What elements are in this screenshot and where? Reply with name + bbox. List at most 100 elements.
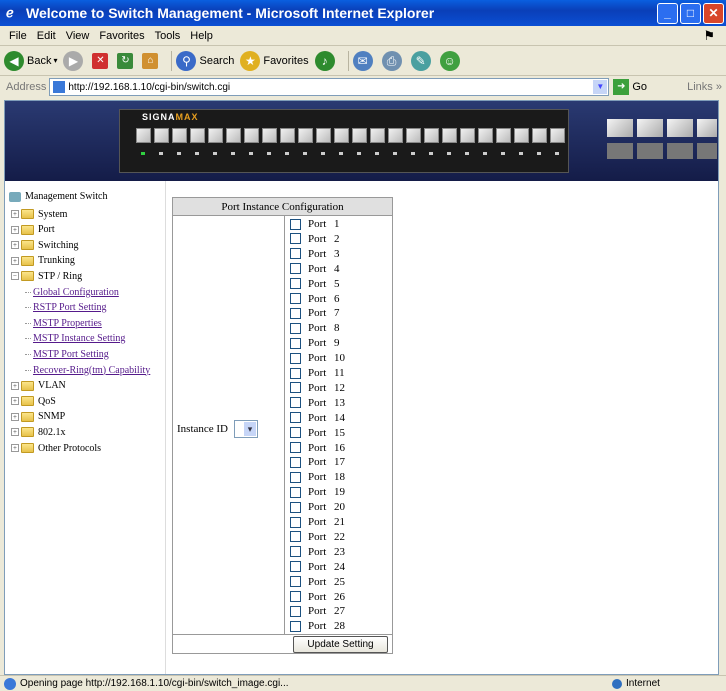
port-checkbox[interactable] (290, 591, 301, 602)
home-button[interactable]: ⌂ (142, 52, 161, 69)
back-button[interactable]: ◀ Back ▾ (4, 50, 57, 71)
menu-file[interactable]: File (9, 30, 27, 42)
port-checkbox[interactable] (290, 278, 301, 290)
rj45-port[interactable] (316, 128, 331, 143)
rj45-port[interactable] (352, 128, 367, 143)
port-checkbox[interactable] (290, 337, 301, 349)
menu-edit[interactable]: Edit (37, 30, 56, 42)
tree-link[interactable]: MSTP Properties (25, 316, 102, 330)
tree-link[interactable]: Recover-Ring(tm) Capability (25, 363, 150, 377)
instance-id-select[interactable] (234, 420, 259, 438)
port-checkbox[interactable] (290, 442, 301, 453)
tree-folder[interactable]: + Other Protocols (11, 441, 101, 455)
port-checkbox[interactable] (290, 397, 301, 409)
expand-icon[interactable]: + (11, 444, 19, 452)
port-checkbox[interactable] (290, 501, 301, 513)
port-checkbox[interactable] (290, 620, 301, 632)
tree-folder[interactable]: + System (11, 207, 67, 221)
port-checkbox[interactable] (290, 471, 301, 483)
tree-link[interactable]: MSTP Instance Setting (25, 332, 125, 346)
port-checkbox[interactable] (290, 456, 301, 468)
go-button[interactable]: ➜ Go (613, 79, 647, 95)
menu-tools[interactable]: Tools (155, 30, 181, 42)
favorites-button[interactable]: ★ Favorites (240, 50, 309, 71)
rj45-port[interactable] (550, 128, 565, 143)
uplink-port[interactable] (637, 119, 663, 137)
rj45-port[interactable] (424, 128, 439, 143)
port-checkbox[interactable] (290, 293, 301, 304)
port-checkbox[interactable] (290, 248, 301, 260)
expand-icon[interactable]: + (11, 256, 19, 265)
menu-help[interactable]: Help (190, 30, 213, 42)
port-checkbox[interactable] (290, 546, 301, 558)
expand-icon[interactable]: + (11, 210, 19, 218)
tree-root[interactable]: Management Switch (9, 191, 107, 202)
uplink-port[interactable] (607, 119, 633, 137)
tree-folder[interactable]: − STP / Ring (11, 269, 82, 283)
forward-button[interactable]: ▶ (63, 50, 86, 71)
rj45-port[interactable] (514, 128, 529, 143)
rj45-port[interactable] (334, 128, 349, 143)
rj45-port[interactable] (244, 128, 259, 143)
tree-folder[interactable]: +802.1x (11, 425, 66, 439)
tree-folder[interactable]: + Port (11, 223, 55, 237)
chevron-down-icon[interactable]: ▼ (593, 80, 608, 94)
mail-button[interactable]: ✉ (352, 50, 376, 71)
port-checkbox[interactable] (290, 561, 301, 573)
rj45-port[interactable] (370, 128, 385, 143)
rj45-port[interactable] (478, 128, 493, 143)
tree-link[interactable]: RSTP Port Setting (25, 301, 107, 315)
close-button[interactable]: ✕ (703, 2, 724, 24)
port-checkbox[interactable] (290, 367, 301, 379)
tree-folder[interactable]: + Switching (11, 238, 79, 252)
maximize-button[interactable]: □ (680, 2, 701, 24)
port-checkbox[interactable] (290, 531, 301, 543)
menu-view[interactable]: View (66, 30, 90, 42)
tree-folder[interactable]: + QoS (11, 394, 56, 408)
rj45-port[interactable] (262, 128, 277, 143)
rj45-port[interactable] (154, 128, 169, 143)
port-checkbox[interactable] (290, 233, 301, 245)
port-checkbox[interactable] (290, 382, 301, 394)
tree-folder[interactable]: + VLAN (11, 379, 66, 393)
port-checkbox[interactable] (290, 307, 301, 319)
port-checkbox[interactable] (290, 516, 301, 528)
links-button[interactable]: Links » (687, 81, 722, 93)
collapse-icon[interactable]: − (11, 272, 19, 281)
rj45-port[interactable] (496, 128, 511, 143)
expand-icon[interactable]: + (11, 241, 19, 250)
rj45-port[interactable] (208, 128, 223, 143)
print-button[interactable]: ⎙ (381, 50, 405, 71)
rj45-port[interactable] (388, 128, 403, 143)
uplink-port[interactable] (667, 119, 693, 137)
rj45-port[interactable] (442, 128, 457, 143)
port-checkbox[interactable] (290, 352, 301, 364)
port-checkbox[interactable] (290, 322, 301, 334)
rj45-port[interactable] (190, 128, 205, 143)
update-setting-button[interactable]: Update Setting (293, 636, 388, 653)
port-checkbox[interactable] (290, 427, 301, 439)
expand-icon[interactable]: + (11, 412, 19, 421)
port-checkbox[interactable] (290, 218, 301, 230)
rj45-port[interactable] (460, 128, 475, 143)
tree-link[interactable]: Global Configuration (25, 285, 119, 299)
rj45-port[interactable] (172, 128, 187, 143)
refresh-button[interactable]: ↻ (117, 52, 136, 69)
rj45-port[interactable] (406, 128, 421, 143)
search-button[interactable]: ⚲ Search (176, 50, 234, 71)
rj45-port[interactable] (280, 128, 295, 143)
edit-button[interactable]: ✎ (410, 50, 434, 71)
media-button[interactable]: ♪ (314, 50, 338, 71)
port-checkbox[interactable] (290, 605, 301, 617)
port-checkbox[interactable] (290, 576, 301, 588)
menu-favorites[interactable]: Favorites (99, 30, 144, 42)
rj45-port[interactable] (532, 128, 547, 143)
expand-icon[interactable]: + (11, 397, 19, 406)
port-checkbox[interactable] (290, 263, 301, 275)
address-input[interactable]: http://192.168.1.10/cgi-bin/switch.cgi ▼ (49, 78, 610, 96)
minimize-button[interactable]: _ (657, 2, 678, 24)
expand-icon[interactable]: + (11, 381, 19, 390)
expand-icon[interactable]: + (11, 225, 19, 234)
rj45-port[interactable] (226, 128, 241, 143)
rj45-port[interactable] (298, 128, 313, 143)
